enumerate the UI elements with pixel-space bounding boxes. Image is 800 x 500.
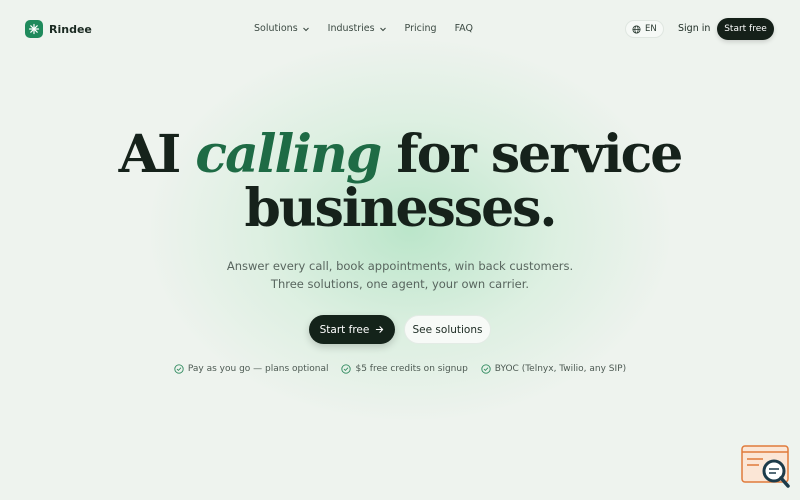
- language-selector[interactable]: EN: [625, 20, 664, 38]
- nav-item-label: Pricing: [404, 23, 437, 34]
- start-free-label: Start free: [319, 323, 370, 336]
- feature-label: BYOC (Telnyx, Twilio, any SIP): [494, 364, 627, 374]
- headline-pre: AI: [118, 124, 182, 185]
- globe-icon: [632, 24, 641, 34]
- nav-item-pricing[interactable]: Pricing: [405, 23, 437, 34]
- feature-item: $5 free credits on signup: [341, 364, 468, 374]
- language-label: EN: [645, 24, 657, 34]
- chat-search-icon[interactable]: [741, 444, 791, 490]
- main-nav: Solutions Industries Pricing FAQ: [254, 23, 473, 34]
- start-free-button[interactable]: Start free: [309, 315, 395, 344]
- nav-item-label: Solutions: [254, 23, 298, 34]
- chevron-down-icon: [379, 27, 386, 31]
- nav-item-solutions[interactable]: Solutions: [254, 23, 310, 34]
- nav-item-faq[interactable]: FAQ: [455, 23, 473, 34]
- check-circle-icon: [174, 364, 184, 374]
- nav-item-label: FAQ: [454, 23, 473, 34]
- hero-headline: AI calling for service businesses.: [0, 128, 800, 236]
- feature-list: Pay as you go — plans optional $5 free c…: [0, 364, 800, 374]
- site-header: Rindee Solutions Industries Pricing FAQ …: [0, 0, 800, 58]
- feature-label: $5 free credits on signup: [355, 364, 468, 374]
- sparkle-icon: [25, 20, 43, 38]
- see-solutions-button[interactable]: See solutions: [404, 315, 491, 344]
- feature-item: Pay as you go — plans optional: [174, 364, 329, 374]
- headline-accent: calling: [195, 124, 382, 185]
- start-free-header-button[interactable]: Start free: [717, 18, 774, 40]
- check-circle-icon: [341, 364, 352, 374]
- brand-name: Rindee: [49, 22, 92, 36]
- sign-in-link[interactable]: Sign in: [678, 23, 710, 34]
- headline-line2: businesses.: [244, 178, 557, 239]
- headline-post: for service: [396, 124, 683, 185]
- check-circle-icon: [481, 364, 491, 374]
- feature-label: Pay as you go — plans optional: [187, 364, 329, 374]
- brand-logo[interactable]: Rindee: [25, 20, 92, 38]
- arrow-right-icon: [376, 326, 384, 333]
- hero-subheadline: Answer every call, book appointments, wi…: [226, 259, 574, 291]
- nav-item-label: Industries: [327, 23, 375, 34]
- feature-item: BYOC (Telnyx, Twilio, any SIP): [481, 364, 626, 374]
- nav-item-industries[interactable]: Industries: [328, 23, 387, 34]
- chevron-down-icon: [302, 27, 309, 31]
